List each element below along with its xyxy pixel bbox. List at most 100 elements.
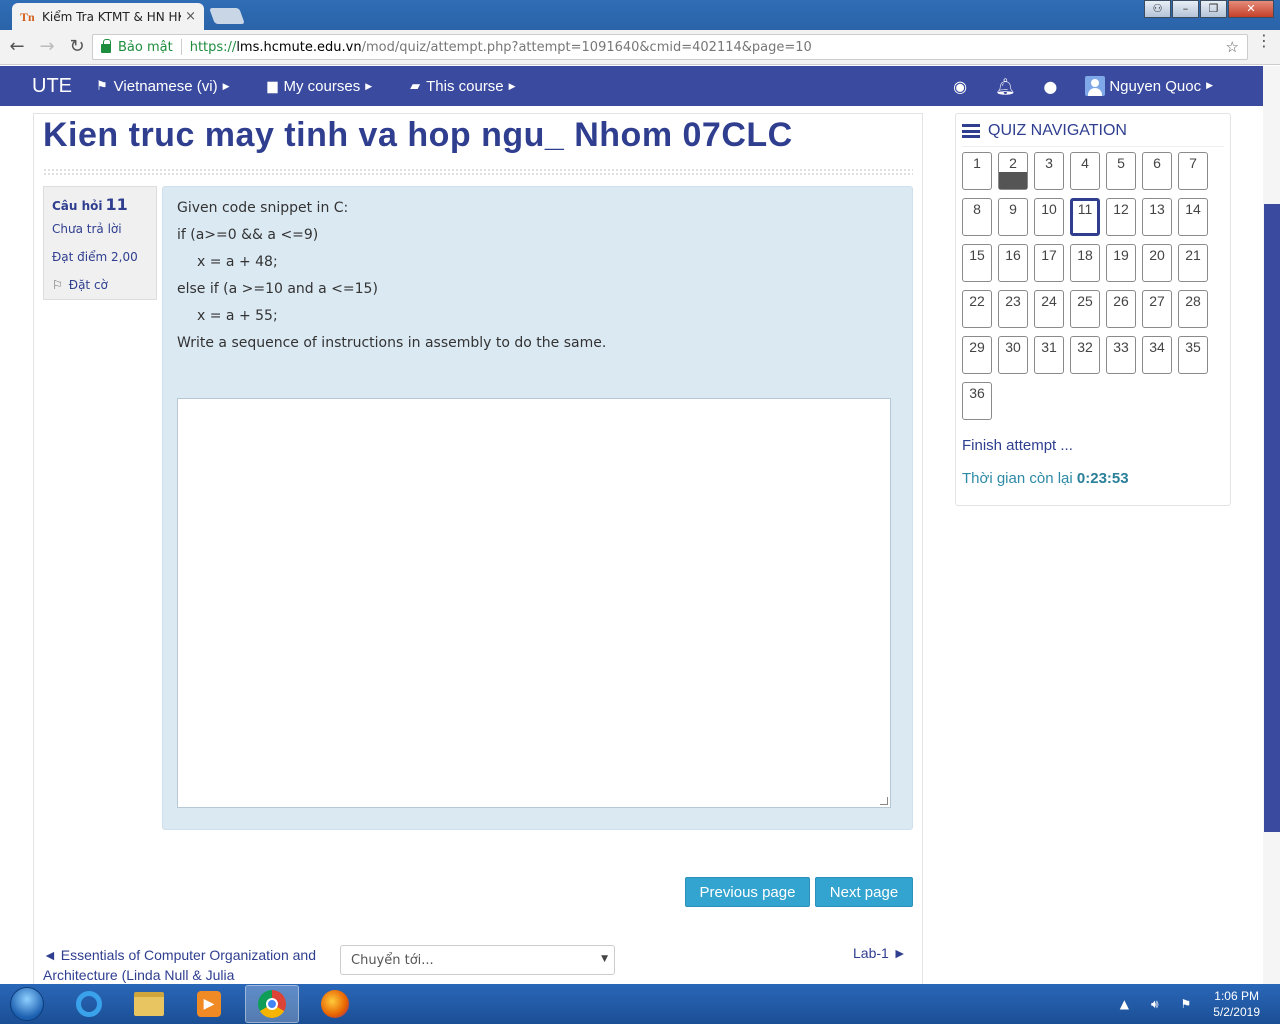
start-button[interactable] (4, 984, 48, 1024)
quiz-question-button[interactable]: 21 (1178, 244, 1208, 282)
quiz-question-button[interactable]: 14 (1178, 198, 1208, 236)
quiz-question-button[interactable]: 31 (1034, 336, 1064, 374)
taskbar-chrome[interactable] (245, 985, 299, 1023)
system-tray: ▲ 🔊︎ ⚑ 1:06 PM 5/2/2019 (1120, 984, 1260, 1024)
quiz-question-button[interactable]: 5 (1106, 152, 1136, 190)
window-minimize-button[interactable]: – (1172, 0, 1199, 18)
question-number: Câu hỏi 11 (52, 195, 148, 214)
os-taskbar: ▶ ▲ 🔊︎ ⚑ 1:06 PM 5/2/2019 (0, 984, 1280, 1024)
quiz-question-button[interactable]: 13 (1142, 198, 1172, 236)
quiz-question-button[interactable]: 20 (1142, 244, 1172, 282)
system-clock[interactable]: 1:06 PM 5/2/2019 (1213, 988, 1260, 1020)
dashboard-icon[interactable]: ◉ (953, 77, 967, 96)
quiz-question-button[interactable]: 1 (962, 152, 992, 190)
quiz-question-button[interactable]: 17 (1034, 244, 1064, 282)
title-divider (43, 168, 913, 176)
next-activity-link[interactable]: Lab-1 ► (853, 945, 907, 961)
chrome-icon (258, 990, 286, 1018)
quiz-question-button[interactable]: 19 (1106, 244, 1136, 282)
quiz-question-button[interactable]: 23 (998, 290, 1028, 328)
quiz-question-button[interactable]: 3 (1034, 152, 1064, 190)
quiz-question-button[interactable]: 9 (998, 198, 1028, 236)
quiz-question-button[interactable]: 35 (1178, 336, 1208, 374)
navbar-right: ◉ 🔔︎ ● Nguyen Quoc ▶ (953, 66, 1213, 106)
bookmark-star-icon[interactable]: ☆ (1226, 38, 1239, 56)
page-title: Kien truc may tinh va hop ngu_ Nhom 07CL… (43, 116, 793, 154)
jump-to-select[interactable]: Chuyển tới... ▼ (340, 945, 615, 975)
caret-right-icon: ▶ (1206, 81, 1213, 91)
taskbar-internet-explorer[interactable] (62, 985, 116, 1023)
question-line: x = a + 48; (197, 254, 278, 270)
user-menu[interactable]: Nguyen Quoc (1109, 78, 1201, 95)
site-navbar: UTE ⚑ Vietnamese (vi) ▶ ▆ My courses ▶ ▰… (0, 66, 1263, 106)
quiz-question-button[interactable]: 36 (962, 382, 992, 420)
quiz-question-button[interactable]: 12 (1106, 198, 1136, 236)
tab-close-icon[interactable]: × (185, 9, 196, 24)
taskbar-firefox[interactable] (308, 985, 362, 1023)
flag-label: Đặt cờ (68, 278, 108, 292)
quiz-question-button[interactable]: 8 (962, 198, 992, 236)
this-course-menu[interactable]: ▰ This course ▶ (410, 78, 515, 95)
url-host: lms.hcmute.edu.vn (236, 39, 362, 55)
browser-tabstrip: Tn Kiểm Tra KTMT & HN HK × ⚇ – ❐ ✕ (0, 0, 1280, 30)
site-brand[interactable]: UTE (32, 75, 72, 98)
quiz-question-button[interactable]: 29 (962, 336, 992, 374)
clock-date: 5/2/2019 (1213, 1005, 1260, 1019)
quiz-question-button[interactable]: 24 (1034, 290, 1064, 328)
quiz-question-button[interactable]: 11 (1070, 198, 1100, 236)
taskbar-file-explorer[interactable] (122, 985, 176, 1023)
browser-menu-icon[interactable]: ⋮ (1256, 33, 1272, 49)
quiz-question-button[interactable]: 7 (1178, 152, 1208, 190)
quiz-question-button[interactable]: 10 (1034, 198, 1064, 236)
previous-page-button[interactable]: Previous page (685, 877, 810, 907)
browser-tab[interactable]: Tn Kiểm Tra KTMT & HN HK × (12, 3, 204, 30)
site-favicon-icon: Tn (20, 9, 35, 24)
action-center-flag-icon[interactable]: ⚑ (1181, 997, 1192, 1011)
quiz-question-button[interactable]: 2 (998, 152, 1028, 190)
forward-arrow-icon[interactable]: → (34, 34, 60, 60)
question-grade: Đạt điểm 2,00 (52, 250, 138, 264)
reload-icon[interactable]: ↻ (64, 34, 90, 60)
quiz-question-button[interactable]: 33 (1106, 336, 1136, 374)
quiz-question-button[interactable]: 34 (1142, 336, 1172, 374)
flag-outline-icon: ⚐ (52, 278, 63, 292)
quiz-question-button[interactable]: 27 (1142, 290, 1172, 328)
this-course-label: This course (426, 77, 504, 95)
quiz-question-button[interactable]: 16 (998, 244, 1028, 282)
new-tab-button[interactable] (209, 8, 245, 24)
notifications-bell-icon[interactable]: 🔔︎ (995, 77, 1015, 96)
volume-icon[interactable]: 🔊︎ (1151, 997, 1159, 1012)
quiz-question-button[interactable]: 26 (1106, 290, 1136, 328)
taskbar-media-player[interactable]: ▶ (182, 985, 236, 1023)
url-bar[interactable]: Bảo mật https://lms.hcmute.edu.vn/mod/qu… (92, 34, 1248, 60)
quiz-question-button[interactable]: 28 (1178, 290, 1208, 328)
url-scheme: https:// (189, 39, 237, 55)
quiz-question-button[interactable]: 18 (1070, 244, 1100, 282)
hamburger-menu-icon[interactable] (962, 124, 980, 138)
previous-activity-link[interactable]: ◄ Essentials of Computer Organization an… (43, 945, 333, 985)
messages-chat-icon[interactable]: ● (1043, 77, 1057, 96)
quiz-question-button[interactable]: 4 (1070, 152, 1100, 190)
back-arrow-icon[interactable]: ← (4, 34, 30, 60)
quiz-question-button[interactable]: 15 (962, 244, 992, 282)
window-user-icon[interactable]: ⚇ (1144, 0, 1171, 18)
page-scrollbar-thumb[interactable] (1264, 204, 1280, 832)
finish-attempt-link[interactable]: Finish attempt ... (962, 437, 1073, 454)
quiz-question-button[interactable]: 32 (1070, 336, 1100, 374)
quiz-question-button[interactable]: 6 (1142, 152, 1172, 190)
resize-handle-icon[interactable] (880, 797, 888, 805)
question-number-value: 11 (105, 195, 128, 214)
language-menu[interactable]: ⚑ Vietnamese (vi) ▶ (96, 78, 230, 95)
window-maximize-button[interactable]: ❐ (1200, 0, 1227, 18)
avatar[interactable] (1085, 76, 1106, 96)
window-close-button[interactable]: ✕ (1228, 0, 1274, 18)
tray-expand-icon[interactable]: ▲ (1120, 997, 1129, 1011)
quiz-question-button[interactable]: 25 (1070, 290, 1100, 328)
answer-textarea[interactable] (177, 398, 891, 808)
quiz-question-button[interactable]: 30 (998, 336, 1028, 374)
quiz-navigation-heading[interactable]: QUIZ NAVIGATION (962, 122, 1127, 140)
flag-question-link[interactable]: ⚐ Đặt cờ (52, 278, 148, 292)
quiz-question-button[interactable]: 22 (962, 290, 992, 328)
my-courses-menu[interactable]: ▆ My courses ▶ (268, 78, 373, 95)
next-page-button[interactable]: Next page (815, 877, 913, 907)
